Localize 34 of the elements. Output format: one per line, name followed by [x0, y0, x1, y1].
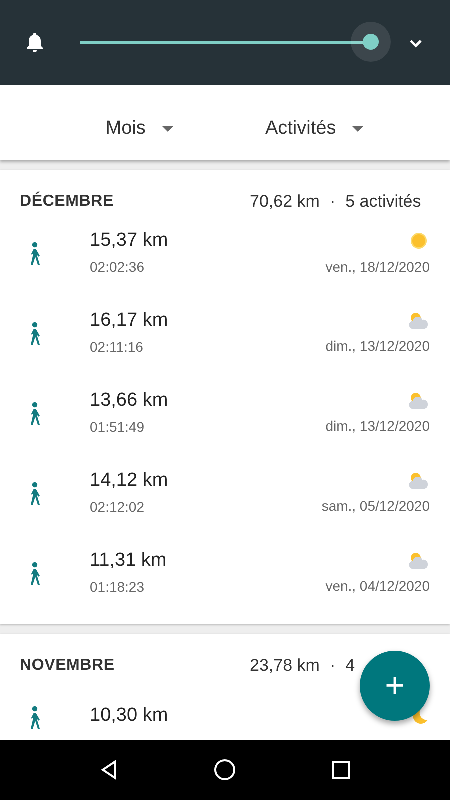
sun-behind-cloud-icon	[408, 390, 430, 410]
activity-date: dim., 13/12/2020	[326, 338, 430, 354]
caret-icon	[352, 126, 364, 132]
activity-distance: 11,31 km	[90, 550, 168, 572]
sun-behind-cloud-icon	[408, 470, 430, 490]
activity-distance: 10,30 km	[90, 705, 170, 727]
separator-dot: ·	[330, 192, 336, 212]
separator-dot: ·	[330, 656, 336, 676]
sun-behind-cloud-icon	[408, 550, 430, 570]
activity-distance: 16,17 km	[90, 310, 170, 332]
activity-duration: 02:12:02	[90, 498, 146, 514]
activity-distance: 15,37 km	[90, 230, 170, 252]
activity-count: 5 activités	[346, 192, 422, 212]
activity-count: 4	[346, 656, 356, 676]
activity-duration: 01:51:49	[90, 418, 146, 434]
activity-date: ven., 18/12/2020	[326, 258, 430, 274]
activity-distance: 13,66 km	[90, 390, 170, 412]
filter-dropdown[interactable]: Mois	[102, 114, 178, 144]
home-icon[interactable]	[214, 759, 236, 781]
activity-date: ven., 04/12/2020	[326, 578, 430, 594]
month-title: DÉCEMBRE	[20, 193, 114, 211]
sun-behind-cloud-icon	[408, 310, 430, 330]
recent-apps-icon[interactable]	[330, 760, 351, 780]
caret-icon	[162, 126, 174, 132]
total-distance: 23,78 km	[250, 656, 320, 676]
activity-date: sam., 05/12/2020	[322, 498, 430, 514]
month-title: NOVEMBRE	[20, 657, 115, 675]
activity-date: dim., 13/12/2020	[326, 418, 430, 434]
filter-dropdown[interactable]: Activités	[261, 114, 368, 144]
total-distance: 70,62 km	[250, 192, 320, 212]
activity-duration: 01:18:23	[90, 578, 146, 594]
activity-duration: 02:11:16	[90, 338, 144, 354]
activity-distance: 14,12 km	[90, 470, 170, 492]
activity-duration: 02:02:36	[90, 258, 146, 274]
